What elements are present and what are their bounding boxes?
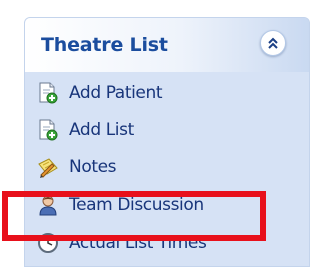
double-chevron-up-icon [268, 37, 278, 49]
notes-label: Notes [69, 157, 117, 177]
panel-header[interactable]: Theatre List [25, 18, 309, 72]
panel-title: Theatre List [41, 34, 168, 56]
document-add-icon [37, 82, 59, 104]
add-list-label: Add List [69, 120, 134, 140]
notes-item[interactable]: Notes [37, 152, 117, 182]
document-add-icon [37, 119, 59, 141]
add-patient-item[interactable]: Add Patient [37, 78, 163, 108]
add-patient-label: Add Patient [69, 83, 163, 103]
notes-pencil-icon [37, 156, 59, 178]
collapse-button[interactable] [260, 30, 286, 56]
add-list-item[interactable]: Add List [37, 115, 134, 145]
highlight-annotation [2, 191, 266, 241]
